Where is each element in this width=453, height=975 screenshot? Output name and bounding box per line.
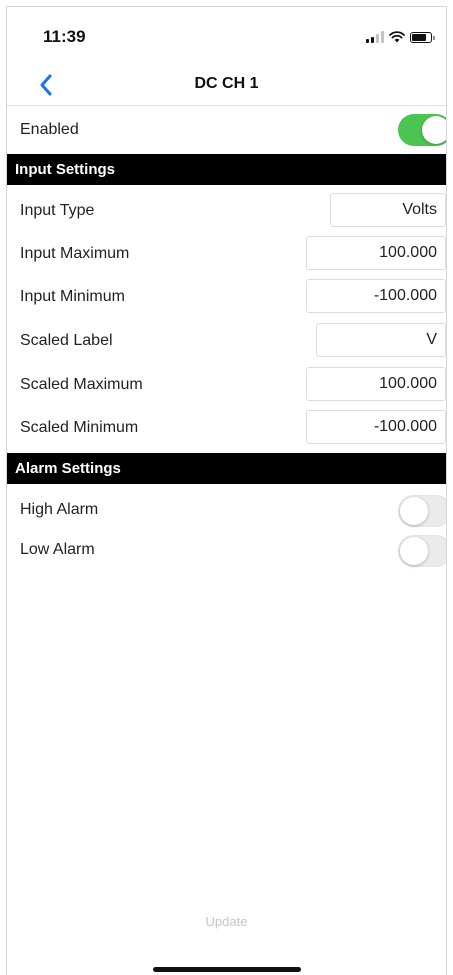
phone-screen: 11:39 DC CH 1 Enabled Input Settings Inp… (6, 6, 447, 975)
status-icons (366, 29, 435, 43)
high-alarm-row: High Alarm (7, 491, 446, 531)
scaled-label-row: Scaled Label V (7, 323, 446, 363)
toggle-knob (422, 116, 446, 144)
input-minimum-row: Input Minimum -100.000 (7, 279, 446, 319)
input-type-select[interactable]: Volts (330, 193, 446, 227)
low-alarm-toggle[interactable] (398, 535, 446, 567)
enabled-toggle[interactable] (398, 114, 446, 146)
page-title: DC CH 1 (194, 75, 259, 92)
low-alarm-label: Low Alarm (20, 541, 95, 558)
enabled-label: Enabled (20, 121, 79, 138)
wifi-icon (389, 31, 405, 43)
toggle-knob (400, 497, 428, 525)
status-bar: 11:39 (7, 7, 446, 65)
input-maximum-field[interactable]: 100.000 (306, 236, 446, 270)
scaled-label-field[interactable]: V (316, 323, 446, 357)
alarm-settings-header: Alarm Settings (7, 453, 446, 484)
update-button[interactable]: Update (7, 914, 446, 929)
input-type-row: Input Type Volts (7, 193, 446, 233)
toggle-knob (400, 537, 428, 565)
input-minimum-field[interactable]: -100.000 (306, 279, 446, 313)
input-settings-header: Input Settings (7, 154, 446, 185)
input-maximum-row: Input Maximum 100.000 (7, 236, 446, 276)
scaled-maximum-row: Scaled Maximum 100.000 (7, 367, 446, 407)
scaled-minimum-row: Scaled Minimum -100.000 (7, 410, 446, 450)
input-settings-title: Input Settings (15, 161, 115, 178)
input-maximum-label: Input Maximum (20, 245, 130, 262)
home-indicator (153, 967, 301, 972)
high-alarm-label: High Alarm (20, 501, 99, 518)
scaled-minimum-label: Scaled Minimum (20, 419, 139, 436)
scaled-label-label: Scaled Label (20, 332, 113, 349)
enabled-row: Enabled (7, 106, 446, 154)
nav-bar: DC CH 1 (7, 65, 446, 106)
low-alarm-row: Low Alarm (7, 531, 446, 571)
battery-icon (410, 32, 435, 43)
scaled-minimum-field[interactable]: -100.000 (306, 410, 446, 444)
status-time: 11:39 (43, 27, 86, 46)
signal-icon (366, 31, 384, 43)
input-type-label: Input Type (20, 202, 95, 219)
alarm-settings-title: Alarm Settings (15, 460, 121, 477)
scaled-maximum-label: Scaled Maximum (20, 376, 143, 393)
high-alarm-toggle[interactable] (398, 495, 446, 527)
input-minimum-label: Input Minimum (20, 288, 125, 305)
scaled-maximum-field[interactable]: 100.000 (306, 367, 446, 401)
